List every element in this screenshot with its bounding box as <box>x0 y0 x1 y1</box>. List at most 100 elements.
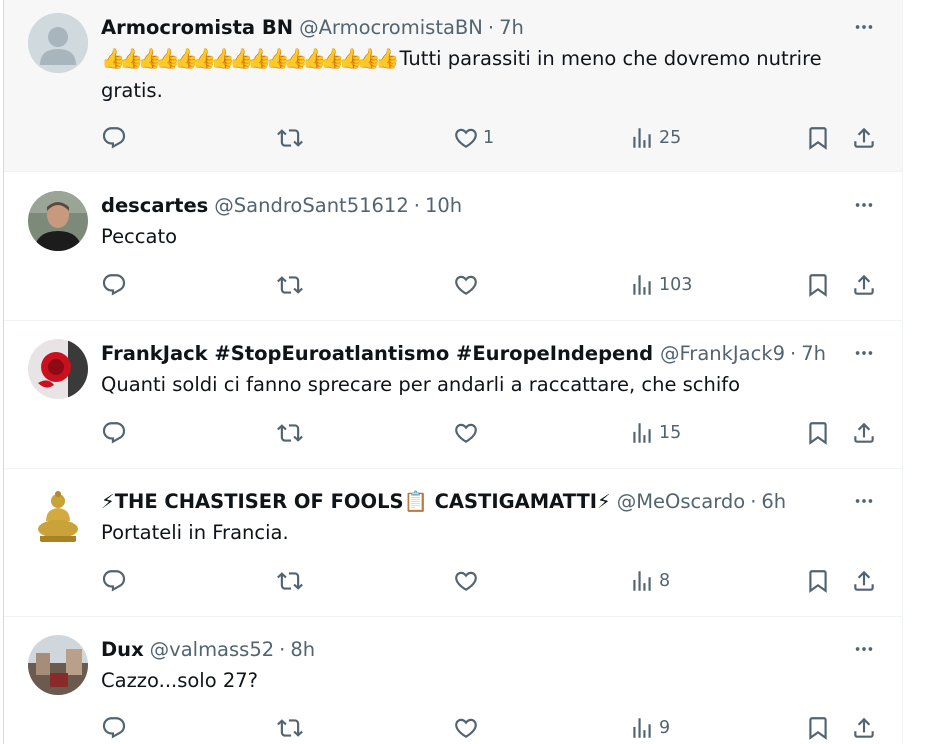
user-handle[interactable]: @FrankJack9 <box>660 342 785 365</box>
tweet-header: FrankJack #StopEuroatlantismo #EuropeInd… <box>101 339 878 367</box>
bookmark-icon <box>809 570 827 593</box>
user-handle[interactable]: @MeOscardo <box>617 490 745 513</box>
tweet-header: descartes @SandroSant51612 · 10h <box>101 191 878 219</box>
timestamp[interactable]: 7h <box>499 16 524 39</box>
bookmark-icon <box>809 274 827 297</box>
reply-icon <box>102 717 126 739</box>
tweet-header: Armocromista BN @ArmocromistaBN · 7h <box>101 13 878 41</box>
avatar[interactable] <box>28 13 88 73</box>
reply-button[interactable] <box>101 420 127 446</box>
bookmark-button[interactable] <box>805 568 831 594</box>
separator: · <box>750 489 757 513</box>
repost-button[interactable] <box>277 125 303 151</box>
display-name[interactable]: FrankJack #StopEuroatlantismo #EuropeInd… <box>101 342 654 365</box>
tweet[interactable]: descartes @SandroSant51612 · 10h Peccato <box>4 172 902 321</box>
avatar[interactable] <box>28 339 88 399</box>
tweet-content: FrankJack #StopEuroatlantismo #EuropeInd… <box>101 339 878 401</box>
like-button[interactable]: 1 <box>453 125 494 151</box>
views-button[interactable]: 9 <box>629 715 670 741</box>
display-name[interactable]: Armocromista BN <box>101 16 293 39</box>
timestamp[interactable]: 7h <box>801 342 826 365</box>
like-button[interactable] <box>453 568 479 594</box>
share-button[interactable] <box>851 420 877 446</box>
thumbs-up-emojis: 👍👍👍👍👍👍👍👍👍👍👍👍👍👍👍👍 <box>101 47 399 70</box>
bookmark-button[interactable] <box>805 125 831 151</box>
repost-icon <box>277 572 303 590</box>
tweet[interactable]: Armocromista BN @ArmocromistaBN · 7h 👍👍👍… <box>4 0 902 172</box>
tweet[interactable]: FrankJack #StopEuroatlantismo #EuropeInd… <box>4 321 902 469</box>
view-count: 9 <box>659 718 671 738</box>
repost-button[interactable] <box>277 568 303 594</box>
views-button[interactable]: 25 <box>629 125 681 151</box>
tweet-text: Peccato <box>101 225 178 248</box>
user-handle[interactable]: @valmass52 <box>150 638 274 661</box>
analytics-icon <box>633 423 651 443</box>
tweet-content: ⚡THE CHASTISER OF FOOLS📋 CASTIGAMATTI⚡ @… <box>101 487 878 549</box>
reply-button[interactable] <box>101 568 127 594</box>
repost-button[interactable] <box>277 272 303 298</box>
timestamp[interactable]: 8h <box>290 638 315 661</box>
separator: · <box>487 15 495 39</box>
avatar[interactable] <box>28 635 88 695</box>
share-icon <box>854 717 874 738</box>
man-photo-icon <box>28 191 88 251</box>
share-button[interactable] <box>851 715 877 741</box>
user-handle[interactable]: @ArmocromistaBN <box>299 16 483 39</box>
more-options-icon[interactable] <box>850 339 878 367</box>
bookmark-button[interactable] <box>805 420 831 446</box>
action-bar: 15 <box>4 420 902 450</box>
avatar[interactable] <box>28 191 88 251</box>
repost-button[interactable] <box>277 420 303 446</box>
avatar[interactable] <box>28 487 88 547</box>
display-name[interactable]: ⚡THE CHASTISER OF FOOLS📋 CASTIGAMATTI⚡ <box>101 490 611 513</box>
reply-icon <box>102 422 126 444</box>
reply-feed: Armocromista BN @ArmocromistaBN · 7h 👍👍👍… <box>4 0 903 744</box>
display-name[interactable]: descartes <box>101 194 208 217</box>
more-options-icon[interactable] <box>850 13 878 41</box>
reply-icon <box>102 570 126 592</box>
user-handle[interactable]: @SandroSant51612 <box>214 194 408 217</box>
separator: · <box>279 637 286 661</box>
tweet-text: Cazzo...solo 27? <box>101 669 259 692</box>
like-button[interactable] <box>453 715 479 741</box>
bookmark-button[interactable] <box>805 272 831 298</box>
golden-buddha-icon <box>28 487 88 547</box>
more-options-icon[interactable] <box>850 191 878 219</box>
tweet-text: Quanti soldi ci fanno sprecare per andar… <box>101 373 741 396</box>
bookmark-button[interactable] <box>805 715 831 741</box>
views-button[interactable]: 15 <box>629 420 681 446</box>
share-icon <box>854 274 874 295</box>
tweet[interactable]: ⚡THE CHASTISER OF FOOLS📋 CASTIGAMATTI⚡ @… <box>4 469 902 617</box>
share-button[interactable] <box>851 125 877 151</box>
heart-icon <box>455 275 477 295</box>
reply-button[interactable] <box>101 125 127 151</box>
reply-icon <box>102 274 126 296</box>
like-button[interactable] <box>453 272 479 298</box>
more-options-icon[interactable] <box>850 487 878 515</box>
bookmark-icon <box>809 717 827 740</box>
reply-button[interactable] <box>101 715 127 741</box>
like-button[interactable] <box>453 420 479 446</box>
share-button[interactable] <box>851 568 877 594</box>
view-count: 15 <box>659 423 682 443</box>
tweet[interactable]: Dux @valmass52 · 8h Cazzo...solo 27? 9 <box>4 617 902 744</box>
heart-icon <box>455 571 477 591</box>
repost-icon <box>277 129 303 147</box>
repost-icon <box>277 719 303 737</box>
street-photo-icon <box>28 635 88 695</box>
timestamp[interactable]: 6h <box>761 490 786 513</box>
view-count: 8 <box>659 571 671 591</box>
repost-button[interactable] <box>277 715 303 741</box>
share-button[interactable] <box>851 272 877 298</box>
views-button[interactable]: 103 <box>629 272 692 298</box>
separator: · <box>790 341 797 365</box>
views-button[interactable]: 8 <box>629 568 670 594</box>
share-icon <box>854 570 874 591</box>
heart-icon <box>455 718 477 738</box>
display-name[interactable]: Dux <box>101 638 144 661</box>
tweet-header: ⚡THE CHASTISER OF FOOLS📋 CASTIGAMATTI⚡ @… <box>101 487 878 515</box>
reply-button[interactable] <box>101 272 127 298</box>
action-bar: 1 25 <box>4 125 902 155</box>
more-options-icon[interactable] <box>850 635 878 663</box>
timestamp[interactable]: 10h <box>425 194 462 217</box>
